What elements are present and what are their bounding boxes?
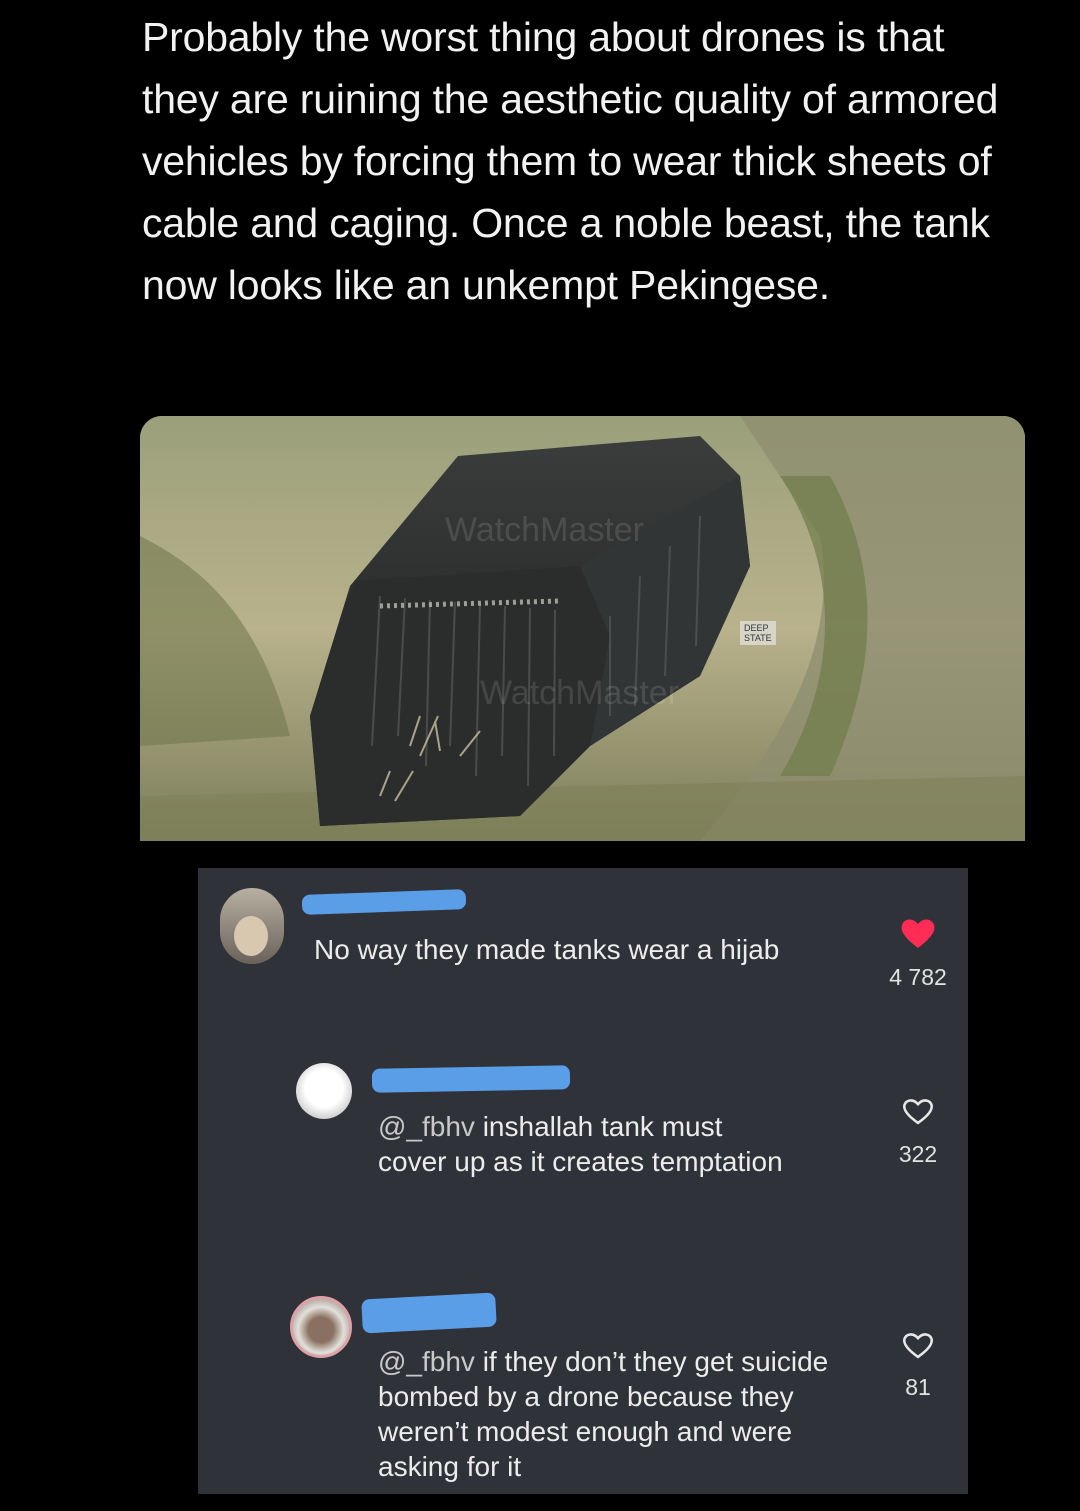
like-count: 322 (898, 1141, 938, 1167)
like-count: 81 (905, 1374, 931, 1400)
avatar[interactable] (220, 888, 284, 964)
reply-text: @_fbhv inshallah tank must cover up as i… (378, 1109, 798, 1179)
avatar[interactable] (296, 1063, 352, 1119)
mention-link[interactable]: @_fbhv (378, 1111, 475, 1142)
heart-outline-icon[interactable] (901, 1330, 935, 1360)
redacted-username (361, 1292, 497, 1334)
watermark-text-2: WatchMaster (480, 674, 680, 712)
reply-text: @_fbhv if they don’t they get suicide bo… (378, 1344, 838, 1484)
tank-image (140, 416, 1025, 841)
avatar[interactable] (290, 1296, 352, 1358)
redacted-username (301, 889, 467, 915)
post-text: Probably the worst thing about drones is… (142, 14, 999, 308)
comments-panel: No way they made tanks wear a hijab 4 78… (198, 868, 968, 1494)
like-count: 4 782 (889, 964, 947, 990)
heart-outline-icon[interactable] (901, 1096, 935, 1126)
channel-badge: DEEP STATE (740, 621, 776, 645)
watermark-text-1: WatchMaster (445, 511, 645, 549)
comment-text: No way they made tanks wear a hijab (314, 934, 780, 965)
mention-link[interactable]: @_fbhv (378, 1346, 475, 1377)
avatar-photo (234, 916, 268, 956)
redacted-username (371, 1065, 571, 1093)
heart-icon[interactable] (898, 916, 938, 950)
badge-line-1: DEEP (744, 623, 769, 633)
post-media-image[interactable]: WatchMaster WatchMaster DEEP STATE (140, 416, 1025, 841)
badge-line-2: STATE (744, 633, 772, 643)
